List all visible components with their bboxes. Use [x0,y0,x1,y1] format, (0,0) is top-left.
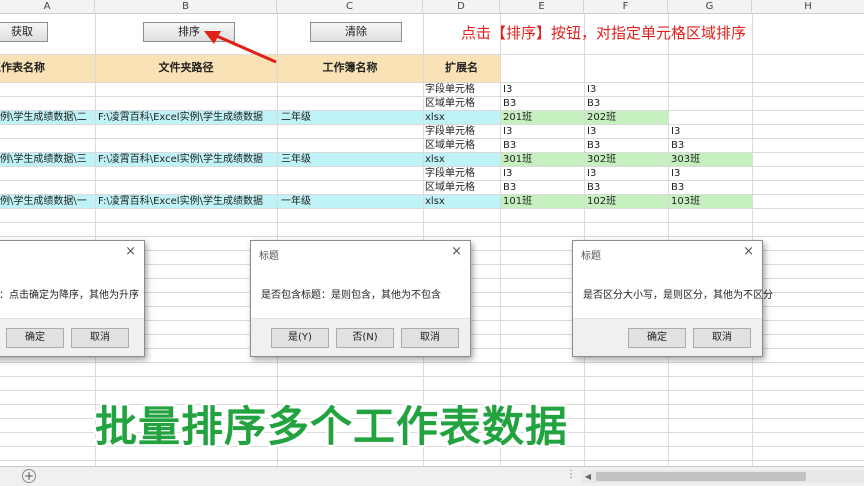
cell-a[interactable]: 例\学生成绩数据\一 [0,194,95,209]
cancel-button[interactable]: 取消 [693,328,751,348]
cell-d[interactable]: 字段单元格 [425,124,475,139]
cell-d[interactable]: 字段单元格 [425,166,475,181]
cell-a[interactable]: 例\学生成绩数据\三 [0,152,95,167]
cell-f[interactable]: B3 [587,96,600,111]
dialog-message: 是否区分大小写，是则区分，其他为不区分 [583,290,773,301]
no-button[interactable]: 否(N) [336,328,394,348]
dialog-message: ：点击确定为降序，其他为升序 [0,290,139,301]
video-caption: 批量排序多个工作表数据 [95,402,569,451]
column-header-d[interactable]: D [423,0,500,14]
dialog-titlebar: 标题 × [573,241,762,267]
cell-f[interactable]: 102班 [587,194,616,209]
sheet-tab-bar: + ⋮ ◀ [0,466,864,486]
dialog-footer: 是(Y) 否(N) 取消 [251,318,470,356]
cell-c[interactable]: 二年级 [281,110,311,125]
cell-f[interactable]: I3 [587,82,596,97]
cell-d[interactable]: xlsx [425,152,445,167]
dialog-titlebar: 标题 × [251,241,470,267]
scrollbar-thumb[interactable] [596,472,806,481]
grid-line [0,460,864,461]
dialog-titlebar: × [0,241,144,267]
dialog-footer: 确定 取消 [0,318,144,356]
cell-e[interactable]: B3 [503,138,516,153]
dialog-footer: 确定 取消 [573,318,762,356]
cell-g[interactable]: 103班 [671,194,700,209]
column-header-h[interactable]: H [752,0,864,14]
more-options-icon[interactable]: ⋮ [566,469,576,480]
sort-button[interactable]: 排序 [143,22,235,42]
grid-line [0,362,864,363]
header-workbook-name: 工作簿名称 [322,61,378,74]
grid-line [0,390,864,391]
close-icon[interactable]: × [743,244,754,259]
close-icon[interactable]: × [125,244,136,259]
dialog-title: 标题 [259,251,279,262]
cell-g[interactable]: I3 [671,166,680,181]
sort-order-dialog: × ：点击确定为降序，其他为升序 确定 取消 [0,240,145,357]
cell-d[interactable]: 区域单元格 [425,138,475,153]
column-header-g[interactable]: G [668,0,752,14]
cell-d[interactable]: xlsx [425,110,445,125]
cell-f[interactable]: I3 [587,166,596,181]
cell-c[interactable]: 三年级 [281,152,311,167]
ok-button[interactable]: 确定 [628,328,686,348]
cell-e[interactable]: I3 [503,166,512,181]
cancel-button[interactable]: 取消 [71,328,129,348]
cell-d[interactable]: 区域单元格 [425,180,475,195]
cell-d[interactable]: 区域单元格 [425,96,475,111]
cell-e[interactable]: 201班 [503,110,532,125]
cell-g[interactable]: 303班 [671,152,700,167]
column-header-b[interactable]: B [95,0,277,14]
cell-f[interactable]: B3 [587,180,600,195]
cell-b[interactable]: F:\凌霄百科\Excel实例\学生成绩数据 [98,152,276,167]
cell-d[interactable]: 字段单元格 [425,82,475,97]
cell-e[interactable]: I3 [503,82,512,97]
column-header-e[interactable]: E [500,0,584,14]
column-header-bar: A B C D E F G H [0,0,864,14]
ok-button[interactable]: 确定 [6,328,64,348]
cell-d[interactable]: xlsx [425,194,445,209]
grid-line [0,222,864,223]
cell-e[interactable]: 101班 [503,194,532,209]
cell-g[interactable]: I3 [671,124,680,139]
cell-e[interactable]: B3 [503,96,516,111]
cancel-button[interactable]: 取消 [401,328,459,348]
cell-f[interactable]: 302班 [587,152,616,167]
cell-f[interactable]: 202班 [587,110,616,125]
case-sensitive-dialog: 标题 × 是否区分大小写，是则区分，其他为不区分 确定 取消 [572,240,773,357]
cell-c[interactable]: 一年级 [281,194,311,209]
add-sheet-icon[interactable]: + [22,469,36,483]
cell-g[interactable]: B3 [671,180,684,195]
cell-b[interactable]: F:\凌霄百科\Excel实例\学生成绩数据 [98,194,276,209]
clear-button[interactable]: 清除 [310,22,402,42]
fetch-button[interactable]: 获取 [0,22,48,42]
column-header-a[interactable]: A [0,0,95,14]
cell-e[interactable]: B3 [503,180,516,195]
instruction-text: 点击【排序】按钮，对指定单元格区域排序 [461,24,747,42]
grid-line [0,376,864,377]
cell-e[interactable]: 301班 [503,152,532,167]
dialog-message: 是否包含标题：是则包含，其他为不包含 [261,290,441,301]
grid-line [0,236,864,237]
class-cells-fill [500,194,752,208]
yes-button[interactable]: 是(Y) [271,328,329,348]
cell-e[interactable]: I3 [503,124,512,139]
cell-f[interactable]: I3 [587,124,596,139]
cell-g[interactable]: B3 [671,138,684,153]
header-extension: 扩展名 [445,61,478,74]
dialog-title: 标题 [581,251,601,262]
header-folder-path: 文件夹路径 [158,61,214,74]
class-cells-fill [500,152,752,166]
header-sheet-name: 工作表名称 [0,61,45,74]
cell-a[interactable]: 例\学生成绩数据\二 [0,110,95,125]
cell-f[interactable]: B3 [587,138,600,153]
close-icon[interactable]: × [451,244,462,259]
include-header-dialog: 标题 × 是否包含标题：是则包含，其他为不包含 是(Y) 否(N) 取消 [250,240,471,357]
column-header-c[interactable]: C [277,0,423,14]
column-header-f[interactable]: F [584,0,668,14]
cell-b[interactable]: F:\凌霄百科\Excel实例\学生成绩数据 [98,110,276,125]
scroll-left-icon[interactable]: ◀ [582,470,594,483]
